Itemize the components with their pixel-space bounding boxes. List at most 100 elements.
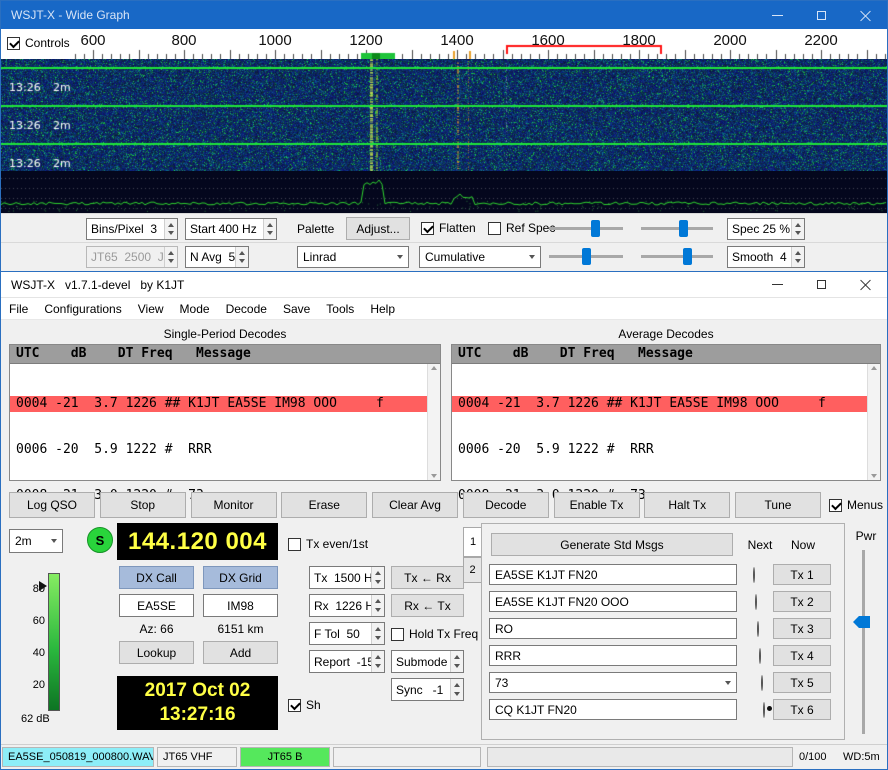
slider-thumb[interactable] — [582, 248, 591, 265]
band-select[interactable]: 2m — [9, 529, 63, 553]
dx-call-field[interactable]: EA5SE — [119, 594, 194, 617]
hold-tx-freq-checkbox[interactable]: Hold Tx Freq — [391, 627, 478, 641]
ref-spec-checkbox-box[interactable] — [488, 222, 501, 235]
spin-up-icon[interactable] — [375, 571, 381, 575]
spin-up-icon[interactable] — [795, 251, 801, 255]
spinner-arrows[interactable] — [371, 595, 384, 616]
rx-freq-spinner[interactable]: Rx 1226 Hz — [309, 594, 385, 617]
spinner-arrows[interactable] — [791, 247, 804, 267]
scroll-up-icon[interactable] — [431, 366, 437, 370]
adjust-button[interactable]: Adjust... — [346, 217, 410, 240]
scrollbar[interactable] — [427, 364, 440, 480]
spin-up-icon[interactable] — [239, 251, 245, 255]
sync-spinner[interactable]: Sync -1 — [391, 678, 464, 701]
spin-up-icon[interactable] — [267, 223, 273, 227]
n-avg-spinner[interactable]: N Avg 5 — [185, 246, 249, 268]
spinner-arrows[interactable] — [235, 247, 248, 267]
slider-track[interactable] — [549, 227, 623, 230]
slider-thumb[interactable] — [591, 220, 600, 237]
scroll-down-icon[interactable] — [871, 474, 877, 478]
tx3-next-radio[interactable] — [757, 621, 759, 637]
stop-button[interactable]: Stop — [100, 492, 186, 518]
monitor-button[interactable]: Monitor — [191, 492, 277, 518]
decode-row[interactable]: 0004 -21 3.7 1226 ## K1JT EA5SE IM98 OOO… — [452, 396, 867, 412]
decode-list[interactable]: 0004 -21 3.7 1226 ## K1JT EA5SE IM98 OOO… — [10, 364, 427, 480]
frequency-scale[interactable]: Controls 600 800 1000 1200 1400 1600 180… — [1, 29, 887, 59]
spin-down-icon[interactable] — [795, 259, 801, 263]
tx-freq-spinner[interactable]: Tx 1500 Hz — [309, 566, 385, 589]
close-button[interactable] — [843, 1, 887, 29]
maximize-button[interactable] — [799, 1, 843, 29]
spec-percent-spinner[interactable]: Spec 25 % — [727, 218, 805, 240]
controls-checkbox-box[interactable] — [7, 37, 20, 50]
enable-tx-button[interactable]: Enable Tx — [554, 492, 640, 518]
sh-checkbox-box[interactable] — [288, 699, 301, 712]
spin-up-icon[interactable] — [454, 655, 460, 659]
add-button[interactable]: Add — [203, 641, 278, 664]
log-qso-button[interactable]: Log QSO — [9, 492, 95, 518]
spin-up-icon[interactable] — [375, 627, 381, 631]
pwr-slider-thumb[interactable] — [853, 616, 870, 628]
spinner-arrows[interactable] — [371, 623, 384, 644]
menu-save[interactable]: Save — [275, 298, 318, 320]
spin-down-icon[interactable] — [239, 259, 245, 263]
scroll-down-icon[interactable] — [431, 474, 437, 478]
spin-down-icon[interactable] — [795, 231, 801, 235]
spin-down-icon[interactable] — [168, 231, 174, 235]
slider-track[interactable] — [641, 227, 713, 230]
dx-call-button[interactable]: DX Call — [119, 566, 194, 589]
slider-track[interactable] — [641, 255, 713, 258]
combo-arrow[interactable] — [719, 681, 736, 685]
tune-button[interactable]: Tune — [735, 492, 821, 518]
spectrum-zero-slider[interactable] — [641, 247, 713, 266]
decode-row[interactable]: 0004 -21 3.7 1226 ## K1JT EA5SE IM98 OOO… — [10, 396, 427, 412]
spinner-arrows[interactable] — [371, 651, 384, 672]
tx5-now-button[interactable]: Tx 5 — [773, 672, 831, 693]
spin-up-icon[interactable] — [375, 599, 381, 603]
spectrum-gain-slider[interactable] — [549, 247, 623, 266]
pwr-slider-track[interactable] — [862, 550, 865, 734]
spin-up-icon[interactable] — [168, 223, 174, 227]
tx4-next-radio[interactable] — [759, 648, 761, 664]
spin-up-icon[interactable] — [795, 223, 801, 227]
decode-row[interactable]: 0006 -20 5.9 1222 # RRR — [10, 442, 427, 458]
combo-arrow[interactable] — [391, 255, 408, 259]
scrollbar[interactable] — [867, 364, 880, 480]
scroll-up-icon[interactable] — [871, 366, 877, 370]
smooth-spinner[interactable]: Smooth 4 — [727, 246, 805, 268]
menu-tools[interactable]: Tools — [318, 298, 362, 320]
clear-avg-button[interactable]: Clear Avg — [372, 492, 458, 518]
menu-view[interactable]: View — [130, 298, 172, 320]
hold-tx-freq-checkbox-box[interactable] — [391, 628, 404, 641]
tx4-message-field[interactable]: RRR — [489, 645, 737, 666]
tx6-message-field[interactable]: CQ K1JT FN20 — [489, 699, 737, 720]
menu-mode[interactable]: Mode — [172, 298, 218, 320]
rx-from-tx-button[interactable]: Rx ← Tx — [391, 594, 464, 617]
decode-list[interactable]: 0004 -21 3.7 1226 ## K1JT EA5SE IM98 OOO… — [452, 364, 867, 480]
wide-graph-titlebar[interactable]: WSJT-X - Wide Graph — [1, 1, 887, 29]
tx1-now-button[interactable]: Tx 1 — [773, 564, 831, 585]
tx5-next-radio[interactable] — [761, 675, 763, 691]
erase-button[interactable]: Erase — [281, 492, 367, 518]
menus-checkbox[interactable]: Menus — [829, 498, 883, 512]
slider-thumb[interactable] — [679, 220, 688, 237]
flatten-checkbox[interactable]: Flatten — [421, 221, 476, 235]
tx-from-rx-button[interactable]: Tx ← Rx — [391, 566, 464, 589]
spinner-arrows[interactable] — [450, 651, 463, 672]
spinner-arrows[interactable] — [450, 679, 463, 700]
spin-down-icon[interactable] — [375, 608, 381, 612]
sh-checkbox[interactable]: Sh — [288, 698, 321, 712]
spinner-arrows[interactable] — [263, 219, 276, 239]
tx4-now-button[interactable]: Tx 4 — [773, 645, 831, 666]
dx-grid-field[interactable]: IM98 — [203, 594, 278, 617]
flatten-checkbox-box[interactable] — [421, 222, 434, 235]
tx6-now-button[interactable]: Tx 6 — [773, 699, 831, 720]
tx3-now-button[interactable]: Tx 3 — [773, 618, 831, 639]
status-indicator[interactable]: S — [87, 527, 113, 553]
spin-down-icon[interactable] — [454, 664, 460, 668]
tx5-message-combo[interactable]: 73 — [489, 672, 737, 693]
submode-spinner[interactable]: Submode B — [391, 650, 464, 673]
tx-even-checkbox-box[interactable] — [288, 538, 301, 551]
minimize-button[interactable] — [755, 272, 799, 297]
spinner-arrows[interactable] — [371, 567, 384, 588]
